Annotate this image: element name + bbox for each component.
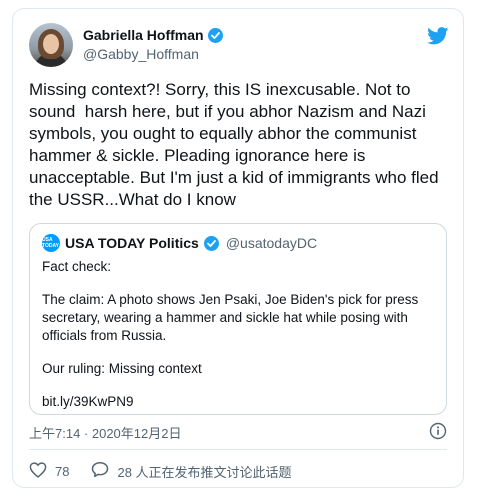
conversation-action[interactable]: 28 人正在发布推文讨论此话题 (91, 461, 292, 481)
quoted-line-fact-check: Fact check: (42, 259, 112, 274)
verified-badge-icon (207, 27, 223, 43)
info-icon[interactable] (429, 422, 447, 445)
author-name-block: Gabriella Hoffman @Gabby_Hoffman (83, 27, 223, 62)
heart-icon[interactable] (29, 461, 47, 481)
quoted-link[interactable]: bit.ly/39KwPN9 (42, 393, 438, 411)
tweet-header: Gabriella Hoffman @Gabby_Hoffman (29, 23, 449, 71)
like-action[interactable]: 78 (29, 461, 70, 481)
tweet-timestamp[interactable]: 上午7:14 · 2020年12月2日 (29, 423, 181, 442)
author-handle[interactable]: @Gabby_Hoffman (83, 46, 223, 62)
like-count: 78 (55, 463, 70, 479)
twitter-bird-icon[interactable] (427, 27, 449, 50)
divider (29, 449, 447, 450)
quoted-handle[interactable]: @usatodayDC (226, 235, 317, 251)
quoted-header: USA TODAY USA TODAY Politics @usatodayDC (42, 234, 317, 252)
speech-bubble-icon[interactable] (91, 461, 109, 481)
quoted-line-ruling: Our ruling: Missing context (42, 361, 202, 376)
quoted-body: Fact check: The claim: A photo shows Jen… (42, 258, 438, 411)
display-name-row: Gabriella Hoffman (83, 27, 223, 43)
tweet-actions: 78 28 人正在发布推文讨论此话题 (29, 461, 292, 481)
quoted-verified-badge-icon (203, 235, 219, 251)
quoted-line-claim: The claim: A photo shows Jen Psaki, Joe … (42, 292, 419, 343)
author-display-name[interactable]: Gabriella Hoffman (83, 27, 204, 43)
tweet-text: Missing context?! Sorry, this IS inexcus… (29, 80, 444, 209)
quoted-avatar[interactable]: USA TODAY (42, 234, 60, 252)
quoted-tweet[interactable]: USA TODAY USA TODAY Politics @usatodayDC… (29, 223, 447, 415)
quoted-display-name[interactable]: USA TODAY Politics (65, 235, 199, 251)
conversation-text: 28 人正在发布推文讨论此话题 (117, 464, 292, 480)
embedded-tweet-card[interactable]: Gabriella Hoffman @Gabby_Hoffman Missing… (12, 8, 464, 488)
author-avatar[interactable] (29, 23, 73, 67)
